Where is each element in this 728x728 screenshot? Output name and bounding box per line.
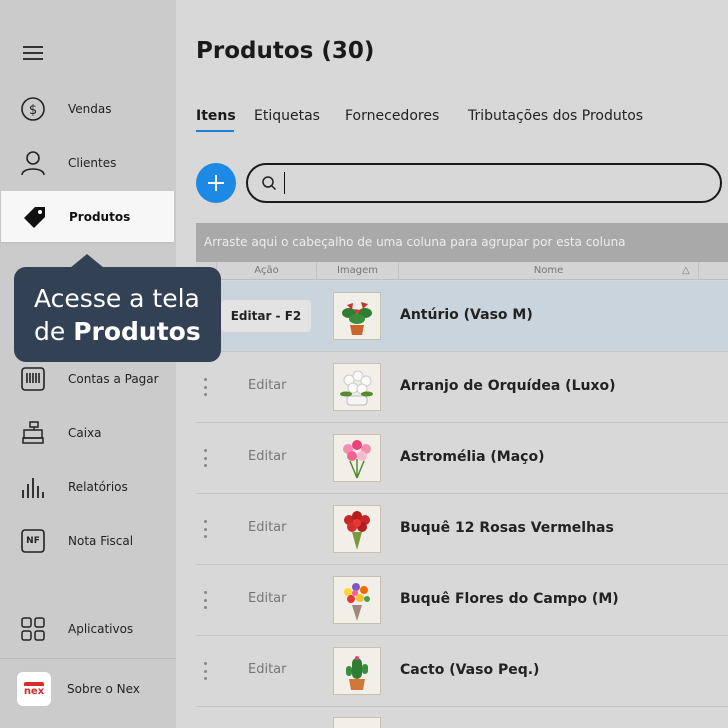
tab-fornecedores[interactable]: Fornecedores <box>345 108 439 124</box>
user-icon <box>20 150 46 176</box>
table-row[interactable]: Editar Arranjo de Orquídea (Luxo) <box>196 352 728 423</box>
product-name: Arranjo de Orquídea (Luxo) <box>400 378 616 394</box>
cash-register-icon <box>20 420 46 446</box>
sidebar: $ Vendas Clientes Produtos Contas a Paga… <box>0 0 176 728</box>
add-product-button[interactable] <box>196 163 236 203</box>
product-image <box>333 505 381 553</box>
table-row[interactable]: Editar Buquê Flores do Campo (M) <box>196 565 728 636</box>
product-name: Cacto (Vaso Peq.) <box>400 662 540 678</box>
group-by-panel[interactable]: Arraste aqui o cabeçalho de uma coluna p… <box>196 223 728 262</box>
product-name: Astromélia (Maço) <box>400 449 545 465</box>
product-image <box>333 576 381 624</box>
tab-itens[interactable]: Itens <box>196 108 236 124</box>
sidebar-item-nota-fiscal[interactable]: NF Nota Fiscal <box>0 516 176 566</box>
dollar-circle-icon: $ <box>20 96 46 122</box>
page-title: Produtos (30) <box>196 38 375 64</box>
table-row[interactable]: Editar Cacto (Vaso Peq.) <box>196 636 728 707</box>
edit-button[interactable]: Editar <box>248 378 287 393</box>
sidebar-item-clientes[interactable]: Clientes <box>0 138 176 188</box>
sidebar-item-relatorios[interactable]: Relatórios <box>0 462 176 512</box>
tab-active-indicator <box>196 130 234 132</box>
main-content: Produtos (30) Itens Etiquetas Fornecedor… <box>176 0 728 728</box>
search-input[interactable] <box>284 172 684 194</box>
column-header-acao[interactable]: Ação <box>216 262 316 280</box>
table-row[interactable]: Editar - F2 Antúrio (Vaso M) <box>196 281 728 352</box>
search-icon <box>262 176 277 191</box>
product-name: Buquê Flores do Campo (M) <box>400 591 619 607</box>
sidebar-divider <box>0 658 176 659</box>
sidebar-item-label: Aplicativos <box>68 622 134 636</box>
sidebar-item-label: Caixa <box>68 426 102 440</box>
tooltip-line2: de Produtos <box>34 317 201 346</box>
table-header: Ação Imagem Nome △ <box>196 262 728 280</box>
table-row[interactable]: Editar Astromélia (Maço) <box>196 423 728 494</box>
row-menu-icon[interactable] <box>202 591 208 609</box>
plus-icon <box>208 175 224 191</box>
table-row[interactable]: Editar Buquê 12 Rosas Vermelhas <box>196 494 728 565</box>
product-image <box>333 363 381 411</box>
apps-grid-icon <box>20 616 46 642</box>
sidebar-item-label: Produtos <box>69 209 131 224</box>
edit-button[interactable]: Editar <box>248 591 287 606</box>
sidebar-item-label: Clientes <box>68 156 117 170</box>
sidebar-item-caixa[interactable]: Caixa <box>0 408 176 458</box>
barcode-icon <box>20 366 46 392</box>
sidebar-item-produtos[interactable]: Produtos <box>1 191 174 242</box>
tab-tributacoes[interactable]: Tributações dos Produtos <box>468 108 643 124</box>
sort-ascending-icon: △ <box>682 265 690 276</box>
sidebar-item-label: Contas a Pagar <box>68 372 159 386</box>
tab-etiquetas[interactable]: Etiquetas <box>254 108 320 124</box>
row-menu-icon[interactable] <box>202 378 208 396</box>
sidebar-item-sobre[interactable]: nex Sobre o Nex <box>0 664 176 714</box>
edit-button[interactable]: Editar <box>248 520 287 535</box>
sidebar-item-label: Vendas <box>68 102 112 116</box>
tooltip-arrow <box>70 254 104 268</box>
edit-button[interactable]: Editar <box>248 449 287 464</box>
column-header-imagem[interactable]: Imagem <box>316 262 398 280</box>
sidebar-item-vendas[interactable]: $ Vendas <box>0 84 176 134</box>
sidebar-item-label: Sobre o Nex <box>67 682 140 696</box>
nf-icon: NF <box>20 528 46 554</box>
search-box[interactable] <box>246 163 722 203</box>
product-image <box>333 647 381 695</box>
svg-text:$: $ <box>29 103 37 118</box>
tag-icon <box>21 204 47 230</box>
row-menu-icon[interactable] <box>202 662 208 680</box>
bar-chart-icon <box>20 474 46 500</box>
tooltip-line1: Acesse a tela <box>34 284 200 313</box>
sidebar-item-label: Relatórios <box>68 480 128 494</box>
sidebar-item-label: Nota Fiscal <box>68 534 134 548</box>
product-name: Antúrio (Vaso M) <box>400 307 533 323</box>
column-header-nome[interactable]: Nome <box>398 262 698 280</box>
column-header-extra <box>698 262 728 280</box>
product-name: Buquê 12 Rosas Vermelhas <box>400 520 614 536</box>
group-panel-hint: Arraste aqui o cabeçalho de uma coluna p… <box>204 235 626 249</box>
product-image <box>333 434 381 482</box>
edit-button[interactable]: Editar <box>248 662 287 677</box>
sidebar-item-aplicativos[interactable]: Aplicativos <box>0 604 176 654</box>
hamburger-menu-icon[interactable] <box>23 46 43 60</box>
nex-logo: nex <box>16 671 52 707</box>
product-image <box>333 717 381 728</box>
edit-f2-button[interactable]: Editar - F2 <box>221 300 311 332</box>
table-row[interactable] <box>196 707 728 728</box>
row-menu-icon[interactable] <box>202 520 208 538</box>
row-menu-icon[interactable] <box>202 449 208 467</box>
product-image <box>333 292 381 340</box>
onboarding-tooltip: Acesse a tela de Produtos <box>14 267 221 362</box>
